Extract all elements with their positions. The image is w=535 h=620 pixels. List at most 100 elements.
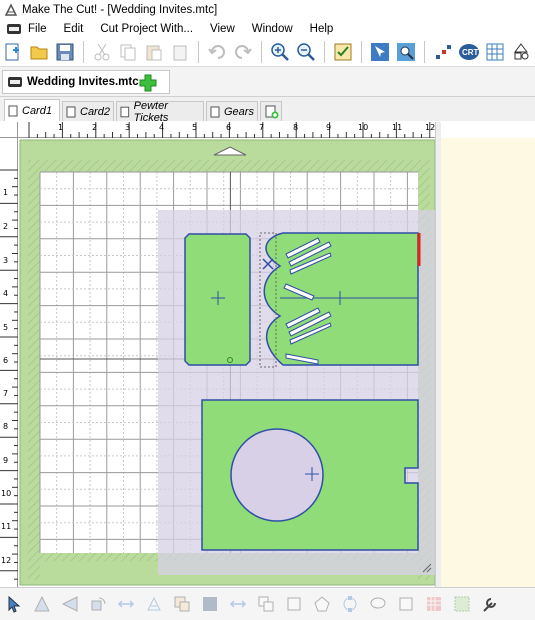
shapes-button[interactable] bbox=[509, 40, 533, 64]
folder-icon bbox=[30, 46, 48, 60]
save-icon bbox=[56, 43, 74, 61]
pattern-fill-button[interactable] bbox=[423, 593, 445, 615]
rotate-button[interactable] bbox=[87, 593, 109, 615]
tab-gears[interactable]: Gears bbox=[206, 101, 258, 121]
new-file-icon bbox=[5, 43, 19, 61]
contour-button[interactable] bbox=[311, 593, 333, 615]
add-page-tab[interactable] bbox=[260, 101, 282, 121]
flip-vertical-icon bbox=[34, 595, 50, 612]
pattern-fill-icon bbox=[427, 597, 441, 611]
ruler-label: 3 bbox=[3, 256, 9, 265]
settings-button[interactable] bbox=[479, 593, 501, 615]
plus-icon bbox=[139, 74, 157, 92]
crt-icon: CRT bbox=[459, 44, 479, 60]
toolbar-separator bbox=[361, 41, 362, 63]
checklist-icon bbox=[334, 43, 352, 61]
contour-icon bbox=[314, 596, 330, 612]
zoom-out-button[interactable] bbox=[294, 40, 318, 64]
tab-card2[interactable]: Card2 bbox=[62, 101, 114, 121]
menu-help[interactable]: Help bbox=[310, 23, 334, 35]
menu-cut-project-with[interactable]: Cut Project With... bbox=[100, 23, 193, 35]
save-button[interactable] bbox=[53, 40, 77, 64]
paste-button[interactable] bbox=[142, 40, 166, 64]
properties-panel bbox=[441, 138, 535, 587]
redo-button[interactable] bbox=[231, 40, 255, 64]
menu-edit[interactable]: Edit bbox=[64, 23, 84, 35]
ruler-label: 4 bbox=[3, 289, 9, 298]
ruler-label: 6 bbox=[226, 123, 232, 132]
menu-file[interactable]: File bbox=[28, 23, 47, 35]
distribute-button[interactable] bbox=[227, 593, 249, 615]
copy-button[interactable] bbox=[116, 40, 140, 64]
paste-icon bbox=[146, 45, 162, 61]
zoom-in-button[interactable] bbox=[268, 40, 292, 64]
group-icon bbox=[258, 596, 274, 612]
weld-button[interactable] bbox=[171, 593, 193, 615]
ruler-label: 12 bbox=[425, 123, 436, 132]
ruler-label: 6 bbox=[3, 356, 9, 365]
ruler-label: 8 bbox=[3, 422, 9, 431]
nodes-button[interactable] bbox=[431, 40, 455, 64]
shadow-icon bbox=[147, 596, 161, 611]
svg-text:CRT: CRT bbox=[462, 48, 479, 57]
cut-button[interactable] bbox=[90, 40, 114, 64]
align-button[interactable] bbox=[115, 593, 137, 615]
toolbar-separator bbox=[83, 41, 84, 63]
menu-window[interactable]: Window bbox=[252, 23, 293, 35]
tab-label: Card1 bbox=[22, 104, 52, 117]
flip-horizontal-button[interactable] bbox=[59, 593, 81, 615]
grid-button[interactable] bbox=[483, 40, 507, 64]
ruler-label: 9 bbox=[326, 123, 332, 132]
add-project-button[interactable] bbox=[137, 72, 159, 94]
main-toolbar: CRT bbox=[0, 38, 535, 67]
page-icon bbox=[8, 105, 18, 116]
tab-label: Pewter Tickets bbox=[133, 99, 169, 124]
toolbar-separator bbox=[198, 41, 199, 63]
print-and-cut-button[interactable]: CRT bbox=[457, 40, 481, 64]
zoom-in-icon bbox=[271, 43, 289, 61]
frame-button[interactable] bbox=[395, 593, 417, 615]
node-handle[interactable] bbox=[227, 357, 233, 363]
new-button[interactable] bbox=[1, 40, 25, 64]
ruler-label: 3 bbox=[125, 123, 131, 132]
break-apart-button[interactable] bbox=[199, 593, 221, 615]
group-button[interactable] bbox=[255, 593, 277, 615]
copy-icon bbox=[120, 44, 136, 61]
menu-view[interactable]: View bbox=[210, 23, 235, 35]
node-edit-button[interactable] bbox=[339, 593, 361, 615]
tab-pewter-tickets[interactable]: Pewter Tickets bbox=[116, 99, 204, 124]
shadow-layer-button[interactable] bbox=[451, 593, 473, 615]
pointer-tool-button[interactable] bbox=[3, 593, 25, 615]
select-tool-button[interactable] bbox=[368, 40, 392, 64]
align-icon bbox=[117, 600, 135, 608]
speech-shape-button[interactable] bbox=[367, 593, 389, 615]
title-bar: Make The Cut! - [Wedding Invites.mtc] bbox=[0, 0, 535, 20]
zoom-select-button[interactable] bbox=[394, 40, 418, 64]
open-button[interactable] bbox=[27, 40, 51, 64]
mat-margin-left bbox=[28, 160, 40, 580]
circle-window[interactable] bbox=[230, 428, 324, 522]
shapes-icon bbox=[514, 43, 529, 60]
page-icon bbox=[120, 106, 130, 117]
menu-bar: File Edit Cut Project With... View Windo… bbox=[0, 20, 535, 38]
preview-button[interactable] bbox=[331, 40, 355, 64]
vertical-ruler[interactable]: 1 2 3 4 5 6 7 8 9 10 11 12 bbox=[0, 138, 18, 587]
add-page-icon bbox=[265, 105, 279, 118]
zoom-out-icon bbox=[297, 43, 315, 61]
ungroup-button[interactable] bbox=[283, 593, 305, 615]
shadow-button[interactable] bbox=[143, 593, 165, 615]
page-icon bbox=[66, 106, 76, 117]
project-tab[interactable]: Wedding Invites.mtc bbox=[2, 70, 170, 94]
horizontal-ruler[interactable]: 1 2 3 4 5 6 7 8 9 10 11 12 bbox=[18, 122, 435, 138]
wrench-icon bbox=[483, 598, 496, 612]
document-menu-icon[interactable] bbox=[6, 23, 22, 35]
design-canvas[interactable] bbox=[18, 138, 435, 587]
distribute-icon bbox=[229, 600, 247, 608]
ruler-label: 10 bbox=[1, 489, 12, 498]
layer-icon bbox=[454, 596, 470, 612]
flip-vertical-button[interactable] bbox=[31, 593, 53, 615]
page-tab-bar: Card1 Card2 Pewter Tickets Gears bbox=[0, 97, 535, 124]
delete-button[interactable] bbox=[168, 40, 192, 64]
undo-button[interactable] bbox=[205, 40, 229, 64]
tab-card1[interactable]: Card1 bbox=[4, 99, 60, 121]
